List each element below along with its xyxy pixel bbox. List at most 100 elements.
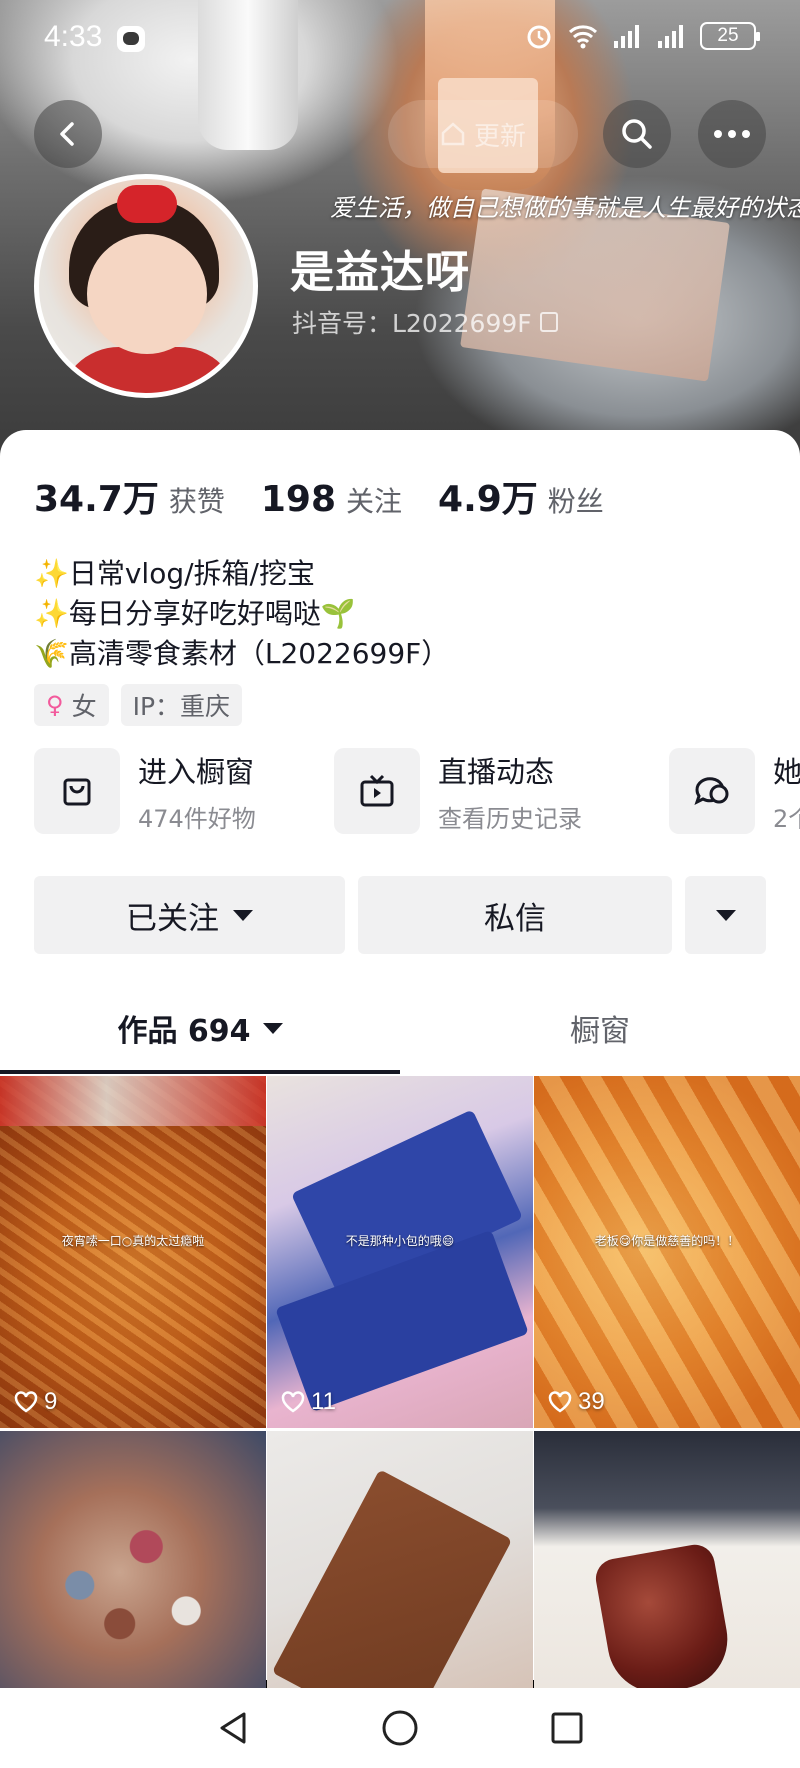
more-button[interactable] [698,100,766,168]
cover-quote: 爱生活，做自己想做的事就是人生最好的状态 [330,194,800,222]
video-tile[interactable]: 老板😋你是做慈善的吗！！ 39 [534,1076,800,1428]
update-label: 更新 [473,121,526,152]
following-label: 已关注 [126,900,219,937]
signal-icon [614,25,639,48]
entry-title: 她 [773,754,800,789]
action-buttons: 已关注 私信 [34,876,766,954]
entry-title: 进入橱窗 [138,754,255,789]
entry-subtitle: 查看历史记录 [438,804,582,833]
stats-row: 34.7万 获赞 198 关注 4.9万 粉丝 [34,470,640,522]
likes-count: 9 [44,1388,58,1415]
bio: ✨日常vlog/拆箱/挖宝 ✨每日分享好吃好喝哒🌱 🌾高清零食素材（L20226… [34,554,449,674]
video-tile[interactable]: 夜宵嗦一口○真的太过瘾啦 9 [0,1076,266,1428]
douyin-id[interactable]: 抖音号：L2022699F [292,304,558,340]
likes-count: 11 [311,1388,336,1415]
gender-label: 女 [71,692,97,721]
video-likes: 9 [14,1388,57,1416]
tab-active-indicator [0,1070,400,1074]
jelly-cup [592,1541,736,1688]
video-tile[interactable] [0,1431,266,1688]
bio-line: ✨每日分享好吃好喝哒🌱 [34,597,356,630]
video-likes: 39 [548,1388,605,1416]
entry-subtitle: 2个 [773,804,800,833]
video-caption: 不是那种小包的哦😄 [345,1234,455,1248]
entry-subtitle: 474件好物 [138,804,256,833]
chat-bubble-icon [669,748,755,834]
system-back-button[interactable] [214,1708,254,1748]
more-actions-button[interactable] [685,876,766,954]
entry-live-history[interactable]: 直播动态 查看历史记录 [334,748,582,834]
video-caption: 夜宵嗦一口○真的太过瘾啦 [61,1234,205,1248]
wechat-notification-icon [117,26,145,52]
video-grid: 夜宵嗦一口○真的太过瘾啦 9 不是那种小包的哦😄 11 老板😋你是做慈善的吗！！… [0,1076,800,1688]
message-label: 私信 [484,900,546,937]
douyin-id-text: 抖音号：L2022699F [292,309,532,338]
stat-likes[interactable]: 34.7万 获赞 [34,470,225,522]
bio-line: 🌾高清零食素材（L2022699F） [34,637,450,670]
battery-indicator: 25 [700,22,760,50]
message-button[interactable]: 私信 [358,876,672,954]
stat-followers[interactable]: 4.9万 粉丝 [438,470,604,522]
profile-name: 是益达呀 [290,247,470,298]
tab-shop-window[interactable]: 橱窗 [400,982,800,1074]
update-button[interactable]: 更新 [388,100,578,168]
chevron-left-icon [60,122,74,146]
chocolate-bar [271,1469,513,1688]
stat-followers-label: 粉丝 [547,485,604,518]
noodle-package [0,1076,266,1126]
search-button[interactable] [603,100,671,168]
gender-tag: ♀ 女 [34,684,109,726]
heart-icon [14,1391,38,1413]
alarm-icon [527,25,551,49]
system-home-button[interactable] [380,1708,420,1748]
entry-groups[interactable]: 她 2个 [669,748,800,834]
feature-entries: 进入橱窗 474件好物 直播动态 查看历史记录 她 2个 [34,748,800,838]
stat-likes-value: 34.7万 [34,479,159,520]
entry-title: 直播动态 [438,754,555,789]
back-button[interactable] [34,100,102,168]
avatar-face [87,234,207,354]
video-tile[interactable] [534,1431,800,1688]
system-recents-button[interactable] [547,1708,587,1748]
status-icons: 25 [524,22,760,50]
avatar-bow [117,185,177,223]
circle-home-icon [382,1710,418,1746]
square-recents-icon [551,1712,583,1744]
avatar[interactable] [34,174,258,398]
system-navigation-bar [0,1688,800,1768]
tab-shop-label: 橱窗 [570,1014,630,1049]
status-time: 4:33 [44,20,103,53]
wifi-icon [568,25,598,49]
status-bar: 4:33 25 [0,0,800,80]
profile-tags: ♀ 女 IP：重庆 [34,684,243,726]
copy-icon[interactable] [539,312,558,332]
caret-down-icon [233,909,253,921]
tab-works[interactable]: 作品 694 [0,982,400,1074]
female-icon: ♀ [46,691,64,719]
video-likes: 11 [281,1388,336,1416]
shopping-bag-icon [34,748,120,834]
stat-following-label: 关注 [346,485,403,518]
caret-down-icon [262,1022,283,1034]
bio-line: ✨日常vlog/拆箱/挖宝 [34,557,315,590]
tv-icon [334,748,420,834]
entry-shop-window[interactable]: 进入橱窗 474件好物 [34,748,256,834]
tab-works-label: 作品 694 [117,1014,251,1049]
home-icon [441,122,465,146]
video-caption: 老板😋你是做慈善的吗！！ [594,1234,740,1248]
content-tabs: 作品 694 橱窗 [0,982,800,1074]
caret-down-icon [715,909,736,921]
search-icon [622,119,652,149]
more-dots-icon [714,130,750,138]
ip-tag: IP：重庆 [120,684,243,726]
heart-icon [281,1391,305,1413]
stat-followers-value: 4.9万 [438,479,538,520]
signal-icon-2 [658,25,683,48]
stat-following[interactable]: 198 关注 [261,479,402,520]
following-button[interactable]: 已关注 [34,876,345,954]
likes-count: 39 [578,1388,605,1415]
avatar-shirt [59,347,239,393]
stat-following-value: 198 [260,479,336,520]
video-tile[interactable] [267,1431,533,1688]
video-tile[interactable]: 不是那种小包的哦😄 11 [267,1076,533,1428]
